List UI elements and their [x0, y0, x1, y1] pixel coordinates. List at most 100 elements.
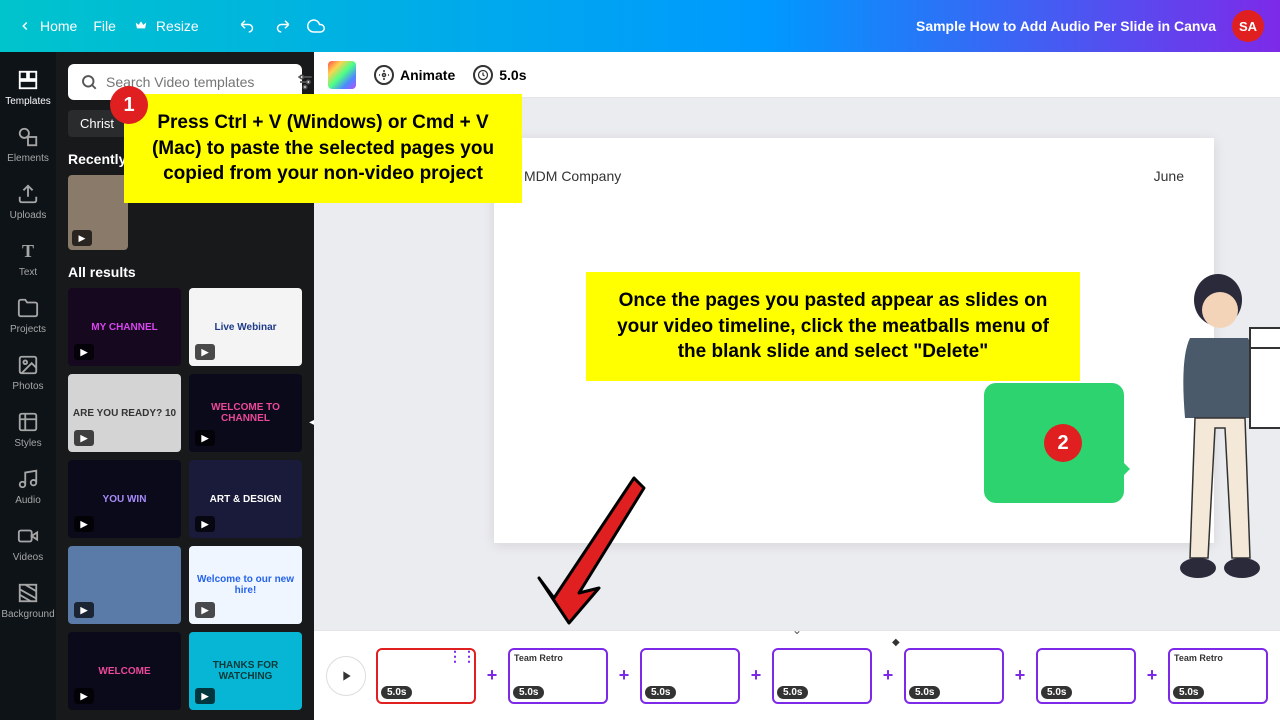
timeline-frame[interactable]: Team Retro5.0s: [508, 648, 608, 704]
timeline-add-button[interactable]: +: [614, 648, 634, 704]
template-thumb[interactable]: Welcome to our new hire!▶: [189, 546, 302, 624]
step-badge-2: 2: [1044, 424, 1082, 462]
play-icon: ▶: [74, 430, 94, 446]
filter-icon[interactable]: [295, 72, 314, 92]
template-thumb[interactable]: WELCOME TO CHANNEL▶: [189, 374, 302, 452]
timeline-add-button[interactable]: +: [746, 648, 766, 704]
timeline-frame[interactable]: Team Retro5.0s: [1168, 648, 1268, 704]
rail-label: Background: [1, 609, 54, 620]
template-thumb[interactable]: Live Webinar▶: [189, 288, 302, 366]
play-icon: ▶: [195, 602, 215, 618]
duration-label: 5.0s: [499, 67, 526, 83]
rail-audio[interactable]: Audio: [0, 461, 56, 512]
step-badge-1: 1: [110, 86, 148, 124]
instruction-callout-2: Once the pages you pasted appear as slid…: [586, 272, 1080, 381]
timeline-frame[interactable]: 5.0s⋮⋮: [376, 648, 476, 704]
rail-projects[interactable]: Projects: [0, 290, 56, 341]
resize-menu[interactable]: Resize: [132, 17, 199, 35]
resize-label: Resize: [156, 18, 199, 34]
document-title[interactable]: Sample How to Add Audio Per Slide in Can…: [916, 18, 1216, 34]
rail-label: Uploads: [10, 210, 47, 221]
canvas-toolbar: Animate 5.0s: [314, 52, 1280, 98]
rail-elements[interactable]: Elements: [0, 119, 56, 170]
chevron-left-icon: [16, 17, 34, 35]
animate-label: Animate: [400, 67, 455, 83]
rail-photos[interactable]: Photos: [0, 347, 56, 398]
person-illustration[interactable]: [1130, 258, 1280, 518]
template-thumb[interactable]: ARE YOU READY? 10▶: [68, 374, 181, 452]
crown-icon: [132, 17, 150, 35]
text-icon: T: [16, 239, 40, 263]
timeline-collapse-chevron[interactable]: ⌄: [792, 623, 802, 637]
rail-label: Videos: [13, 552, 43, 563]
timeline-frame[interactable]: 5.0s: [772, 648, 872, 704]
play-button[interactable]: [326, 656, 366, 696]
background-icon: [16, 581, 40, 605]
rail-styles[interactable]: Styles: [0, 404, 56, 455]
panel-collapse-handle[interactable]: ◀: [306, 392, 314, 452]
rail-label: Photos: [12, 381, 43, 392]
timeline-marker: ◆: [892, 637, 900, 648]
timeline-frame[interactable]: 5.0s: [1036, 648, 1136, 704]
rail-uploads[interactable]: Uploads: [0, 176, 56, 227]
timeline-frame[interactable]: 5.0s: [904, 648, 1004, 704]
avatar[interactable]: SA: [1232, 10, 1264, 42]
back-home-button[interactable]: Home: [16, 17, 77, 35]
play-icon: ▶: [74, 602, 94, 618]
rail-label: Elements: [7, 153, 49, 164]
meatballs-menu-icon[interactable]: ⋮⋮: [448, 648, 476, 665]
timeline-add-button[interactable]: +: [1010, 648, 1030, 704]
template-thumb[interactable]: WELCOME▶: [68, 632, 181, 710]
undo-button[interactable]: [239, 17, 257, 35]
color-swatch[interactable]: [328, 61, 356, 89]
timeline-add-button[interactable]: +: [482, 648, 502, 704]
styles-icon: [16, 410, 40, 434]
template-thumb[interactable]: ART & DESIGN▶: [189, 460, 302, 538]
timeline: ⌄ ◆ 5.0s⋮⋮+Team Retro5.0s+5.0s+5.0s+5.0s…: [314, 630, 1280, 720]
home-label: Home: [40, 18, 77, 34]
slide-date: June: [1154, 168, 1184, 184]
recent-thumb[interactable]: ▶: [68, 175, 128, 250]
rail-text[interactable]: T Text: [0, 233, 56, 284]
play-icon: ▶: [74, 688, 94, 704]
cloud-sync-icon[interactable]: [307, 17, 325, 35]
all-results-heading: All results: [68, 264, 302, 280]
photos-icon: [16, 353, 40, 377]
projects-icon: [16, 296, 40, 320]
slide-company: MDM Company: [524, 168, 621, 184]
timeline-frame[interactable]: 5.0s: [640, 648, 740, 704]
side-rail: Templates Elements Uploads T Text Projec…: [0, 52, 56, 720]
template-thumb[interactable]: YOU WIN▶: [68, 460, 181, 538]
instruction-callout-1: Press Ctrl + V (Windows) or Cmd + V (Mac…: [124, 94, 522, 203]
template-thumb[interactable]: MY CHANNEL▶: [68, 288, 181, 366]
uploads-icon: [16, 182, 40, 206]
clock-icon: [473, 65, 493, 85]
play-icon: ▶: [195, 344, 215, 360]
file-label: File: [93, 18, 116, 34]
avatar-initials: SA: [1239, 19, 1257, 34]
timeline-add-button[interactable]: +: [878, 648, 898, 704]
duration-button[interactable]: 5.0s: [473, 65, 526, 85]
timeline-add-button[interactable]: +: [1142, 648, 1162, 704]
rail-label: Audio: [15, 495, 41, 506]
audio-icon: [16, 467, 40, 491]
animate-icon: [374, 65, 394, 85]
rail-templates[interactable]: Templates: [0, 62, 56, 113]
rail-videos[interactable]: Videos: [0, 518, 56, 569]
file-menu[interactable]: File: [93, 18, 116, 34]
templates-icon: [16, 68, 40, 92]
topbar: Home File Resize Sample How to Add Audio…: [0, 0, 1280, 52]
play-icon: ▶: [195, 516, 215, 532]
template-thumb[interactable]: THANKS FOR WATCHING▶: [189, 632, 302, 710]
animate-button[interactable]: Animate: [374, 65, 455, 85]
rail-label: Projects: [10, 324, 46, 335]
rail-label: Styles: [14, 438, 41, 449]
redo-button[interactable]: [273, 17, 291, 35]
elements-icon: [16, 125, 40, 149]
play-icon: ▶: [195, 430, 215, 446]
rail-background[interactable]: Background: [0, 575, 56, 626]
play-icon: ▶: [74, 516, 94, 532]
play-icon: ▶: [72, 230, 92, 246]
videos-icon: [16, 524, 40, 548]
template-thumb[interactable]: ▶: [68, 546, 181, 624]
